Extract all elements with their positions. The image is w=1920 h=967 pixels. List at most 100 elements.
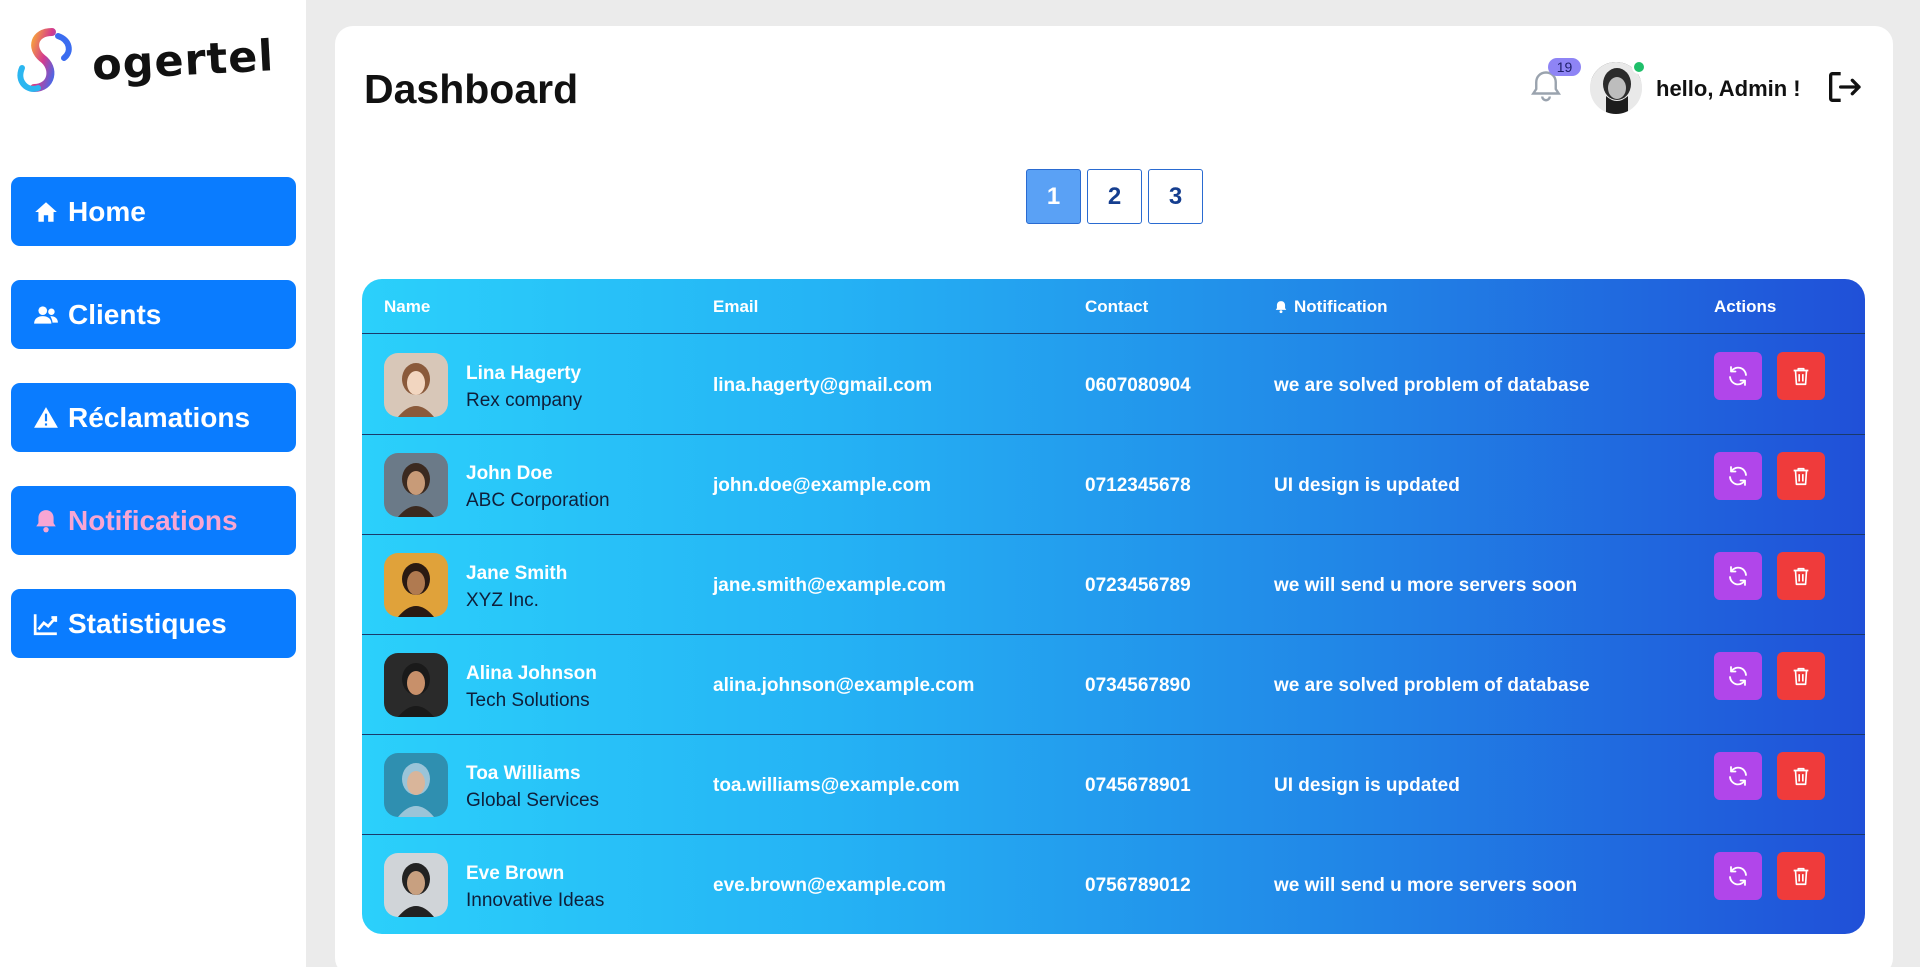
client-name: Eve Brown xyxy=(466,863,565,884)
client-avatar xyxy=(384,653,448,717)
table-row: Toa Williams Global Services toa.william… xyxy=(362,735,1865,835)
client-contact: 0756789012 xyxy=(1085,875,1191,896)
trash-icon xyxy=(1793,467,1809,486)
logout-icon[interactable] xyxy=(1824,67,1864,107)
refresh-button[interactable] xyxy=(1714,652,1762,700)
client-company: Rex company xyxy=(466,390,583,411)
client-email: eve.brown@example.com xyxy=(713,875,946,896)
warning-icon xyxy=(32,404,60,432)
page-button-1[interactable]: 1 xyxy=(1026,169,1081,224)
delete-button[interactable] xyxy=(1777,352,1825,400)
refresh-icon xyxy=(1729,666,1747,686)
brand-name: ogertel xyxy=(90,31,276,91)
client-email: lina.hagerty@gmail.com xyxy=(713,375,933,396)
client-contact: 0734567890 xyxy=(1085,675,1191,696)
logo-swirl-icon xyxy=(17,28,72,92)
client-contact: 0712345678 xyxy=(1085,475,1191,496)
table-row: Lina Hagerty Rex company lina.hagerty@gm… xyxy=(362,335,1865,435)
client-company: Tech Solutions xyxy=(466,690,590,711)
column-header-notification-label: Notification xyxy=(1294,297,1388,316)
table-header: Name Email Contact Notification Actions xyxy=(362,279,1865,334)
table-row: John Doe ABC Corporation john.doe@exampl… xyxy=(362,435,1865,535)
users-icon xyxy=(32,301,60,329)
client-company: Innovative Ideas xyxy=(466,890,605,911)
online-status-dot xyxy=(1632,60,1646,74)
client-contact: 0723456789 xyxy=(1085,575,1191,596)
client-avatar xyxy=(384,353,448,417)
delete-button[interactable] xyxy=(1777,752,1825,800)
refresh-button[interactable] xyxy=(1714,352,1762,400)
sidebar-item-notifications[interactable]: Notifications xyxy=(11,486,296,555)
column-header-email: Email xyxy=(713,297,759,316)
trash-icon xyxy=(1793,667,1809,686)
refresh-icon xyxy=(1729,466,1747,486)
table-row: Jane Smith XYZ Inc. jane.smith@example.c… xyxy=(362,535,1865,635)
refresh-button[interactable] xyxy=(1714,452,1762,500)
client-email: jane.smith@example.com xyxy=(713,575,946,596)
refresh-icon xyxy=(1729,866,1747,886)
delete-button[interactable] xyxy=(1777,652,1825,700)
delete-button[interactable] xyxy=(1777,452,1825,500)
client-name: Alina Johnson xyxy=(466,663,597,684)
column-header-contact: Contact xyxy=(1085,297,1149,316)
sidebar-item-label: Statistiques xyxy=(68,607,227,639)
client-company: ABC Corporation xyxy=(466,490,610,511)
sidebar-item-label: Réclamations xyxy=(68,401,251,433)
table-row: Alina Johnson Tech Solutions alina.johns… xyxy=(362,635,1865,735)
sidebar-item-home[interactable]: Home xyxy=(11,177,296,246)
client-name: Lina Hagerty xyxy=(466,363,582,384)
pagination: 1 2 3 xyxy=(1026,169,1203,224)
column-header-actions: Actions xyxy=(1714,297,1777,316)
client-notification: UI design is updated xyxy=(1274,775,1460,796)
notification-count-badge: 19 xyxy=(1548,58,1581,76)
refresh-button[interactable] xyxy=(1714,552,1762,600)
refresh-icon xyxy=(1729,566,1747,586)
trash-icon xyxy=(1793,567,1809,586)
home-icon xyxy=(32,198,60,226)
client-avatar xyxy=(384,853,448,917)
client-name: Toa Williams xyxy=(466,763,581,784)
sidebar: ogertel Home Clients Réclamations Notifi… xyxy=(0,0,306,967)
delete-button[interactable] xyxy=(1777,552,1825,600)
trash-icon xyxy=(1793,867,1809,886)
client-email: john.doe@example.com xyxy=(713,475,932,496)
client-contact: 0607080904 xyxy=(1085,375,1191,396)
client-company: XYZ Inc. xyxy=(466,590,539,611)
brand-logo[interactable]: ogertel xyxy=(12,26,276,96)
refresh-button[interactable] xyxy=(1714,752,1762,800)
client-notification: UI design is updated xyxy=(1274,475,1460,496)
sidebar-item-label: Clients xyxy=(68,298,162,330)
client-name: Jane Smith xyxy=(466,563,568,584)
table-row: Eve Brown Innovative Ideas eve.brown@exa… xyxy=(362,835,1865,934)
chart-line-icon xyxy=(32,610,60,638)
column-header-name: Name xyxy=(384,297,431,316)
page-button-2[interactable]: 2 xyxy=(1087,169,1142,224)
client-email: toa.williams@example.com xyxy=(713,775,960,796)
sidebar-item-label: Notifications xyxy=(68,504,238,536)
client-avatar xyxy=(384,453,448,517)
client-avatar xyxy=(384,753,448,817)
clients-table: Name Email Contact Notification Actions … xyxy=(362,279,1865,934)
sidebar-item-statistiques[interactable]: Statistiques xyxy=(11,589,296,658)
client-avatar xyxy=(384,553,448,617)
page-button-3[interactable]: 3 xyxy=(1148,169,1203,224)
refresh-icon xyxy=(1729,766,1747,786)
main-content: Dashboard 19 hello, Admin ! 1 2 3 Name E… xyxy=(335,26,1893,967)
bell-icon xyxy=(1275,301,1287,314)
page-title: Dashboard xyxy=(364,66,579,112)
client-name: John Doe xyxy=(466,463,553,484)
client-notification: we are solved problem of database xyxy=(1274,375,1590,396)
client-notification: we will send u more servers soon xyxy=(1274,575,1578,596)
sidebar-item-reclamations[interactable]: Réclamations xyxy=(11,383,296,452)
refresh-icon xyxy=(1729,366,1747,386)
sidebar-item-clients[interactable]: Clients xyxy=(11,280,296,349)
delete-button[interactable] xyxy=(1777,852,1825,900)
bell-icon xyxy=(32,507,60,535)
refresh-button[interactable] xyxy=(1714,852,1762,900)
trash-icon xyxy=(1793,767,1809,786)
greeting: hello, Admin ! xyxy=(1656,76,1801,101)
trash-icon xyxy=(1793,367,1809,386)
client-notification: we will send u more servers soon xyxy=(1274,875,1578,896)
client-contact: 0745678901 xyxy=(1085,775,1191,796)
column-header-notification: Notification xyxy=(1274,297,1388,317)
